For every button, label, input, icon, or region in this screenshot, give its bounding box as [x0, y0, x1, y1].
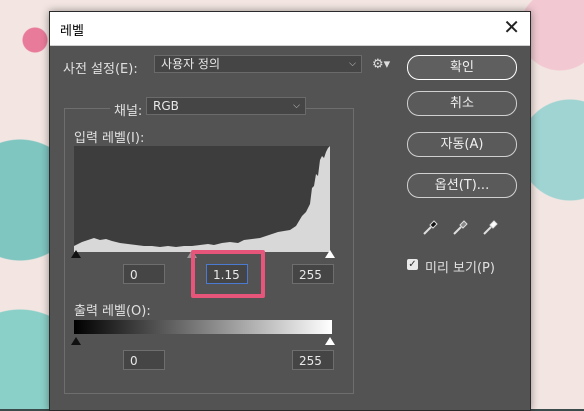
channel-select[interactable]: RGB ⌵ — [146, 97, 306, 115]
preview-label[interactable]: 미리 보기(P) — [425, 257, 495, 276]
input-white-field[interactable]: 255 — [292, 264, 334, 284]
ok-button[interactable]: 확인 — [407, 55, 517, 80]
input-white-handle[interactable] — [325, 250, 335, 258]
chevron-down-icon: ⌵ — [293, 101, 300, 111]
output-white-field[interactable]: 255 — [292, 350, 334, 370]
input-black-handle[interactable] — [71, 250, 81, 258]
output-white-handle[interactable] — [325, 337, 335, 345]
histogram — [74, 146, 330, 252]
input-black-field[interactable]: 0 — [123, 264, 165, 284]
preset-select[interactable]: 사용자 정의 ⌵ — [154, 55, 362, 73]
auto-button[interactable]: 자동(A) — [407, 132, 517, 157]
close-icon[interactable]: ✕ — [503, 16, 520, 38]
preset-label: 사전 설정(E): — [63, 62, 138, 77]
gear-icon[interactable]: ⚙▾ — [372, 57, 390, 72]
title-bar: 레벨 ✕ — [50, 12, 530, 46]
eyedropper-gray-icon[interactable] — [451, 217, 471, 237]
histogram-graph — [74, 146, 330, 252]
cancel-button[interactable]: 취소 — [407, 91, 517, 116]
output-levels-label: 출력 레벨(O): — [74, 304, 151, 319]
dialog-title: 레벨 — [60, 24, 84, 39]
chevron-down-icon: ⌵ — [349, 59, 356, 69]
channel-value: RGB — [153, 99, 179, 113]
eyedropper-white-icon[interactable] — [481, 217, 501, 237]
options-button[interactable]: 옵션(T)... — [407, 173, 517, 198]
preset-value: 사용자 정의 — [161, 57, 221, 71]
output-black-handle[interactable] — [71, 337, 81, 345]
channel-label: 채널: — [110, 100, 147, 119]
output-gradient — [74, 320, 332, 334]
preview-checkbox[interactable]: ✓ — [407, 259, 418, 270]
highlight-box — [191, 250, 265, 298]
eyedropper-black-icon[interactable] — [421, 217, 441, 237]
output-black-field[interactable]: 0 — [123, 350, 165, 370]
levels-dialog: 레벨 ✕ 사전 설정(E): 사용자 정의 ⌵ ⚙▾ 채널: RGB ⌵ 입력 … — [49, 11, 531, 411]
input-levels-label: 입력 레벨(I): — [74, 131, 145, 146]
